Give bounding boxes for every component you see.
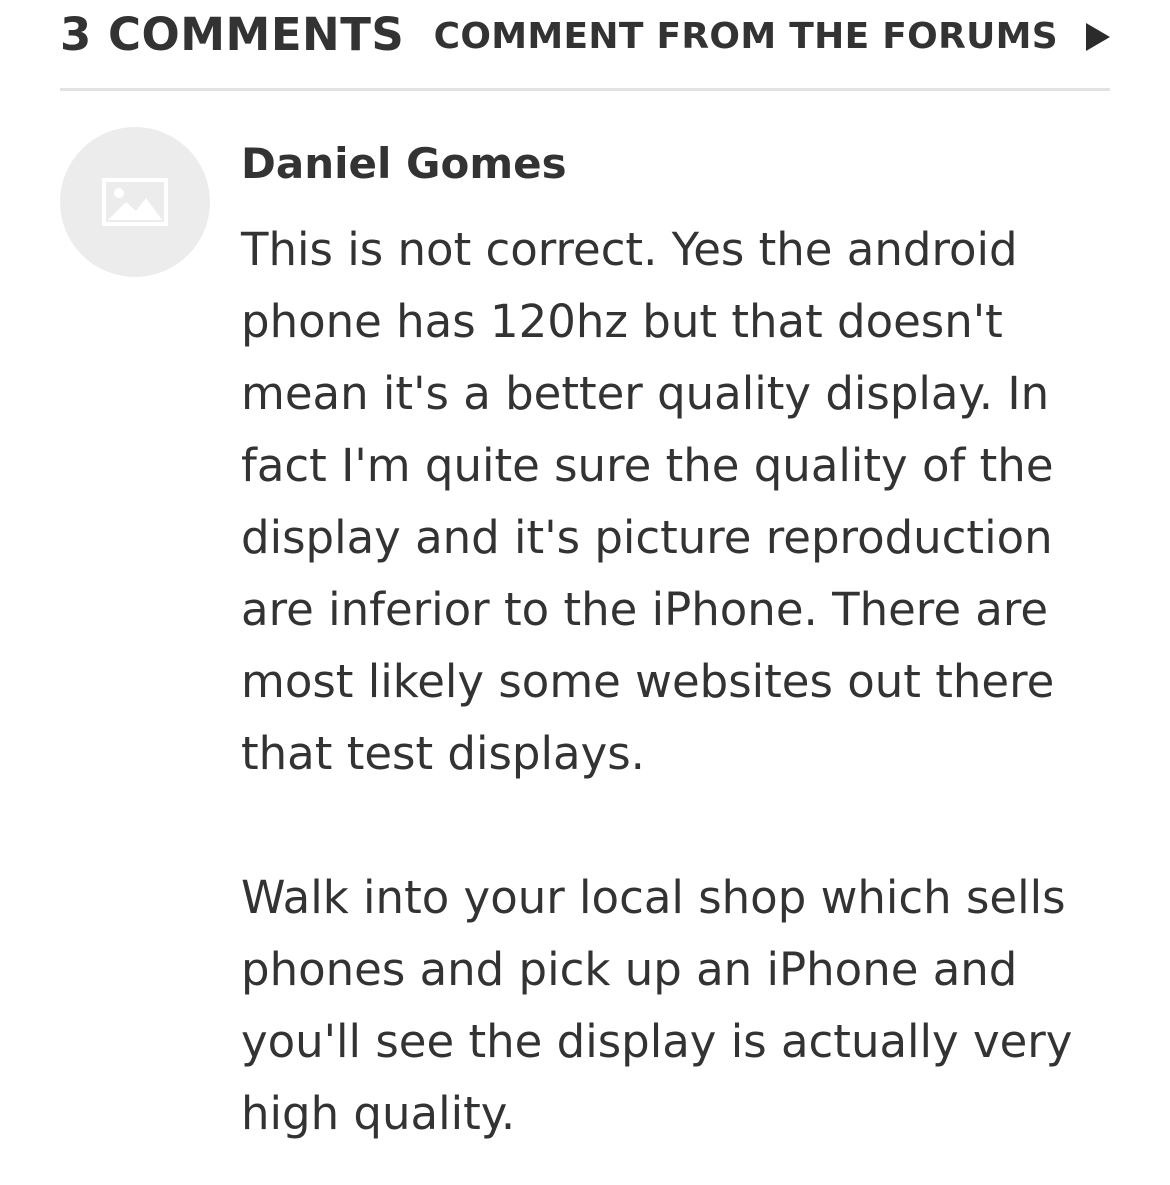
comment-line: phone has 120hz but that doesn't bbox=[241, 295, 1003, 348]
comment-line: phones and pick up an iPhone and bbox=[241, 943, 1018, 996]
comment-line: mean it's a better quality display. In bbox=[241, 367, 1050, 420]
comment-line: you'll see the display is actually very bbox=[241, 1015, 1073, 1068]
comment-line: high quality. bbox=[241, 1087, 516, 1140]
comment-line: that test displays. bbox=[241, 727, 645, 780]
comment-paragraph: Walk into your local shop which sells ph… bbox=[241, 862, 1101, 1150]
avatar bbox=[60, 127, 210, 277]
play-icon bbox=[1086, 22, 1110, 51]
comment-line: fact I'm quite sure the quality of the bbox=[241, 439, 1054, 492]
comment-line: Walk into your local shop which sells bbox=[241, 871, 1066, 924]
forums-link-label: COMMENT FROM THE FORUMS bbox=[433, 16, 1058, 57]
comment: Daniel Gomes This is not correct. Yes th… bbox=[241, 140, 1101, 1150]
comment-count: 3 COMMENTS bbox=[60, 8, 405, 61]
comment-author: Daniel Gomes bbox=[241, 139, 567, 188]
comment-paragraph: This is not correct. Yes the android pho… bbox=[241, 214, 1101, 790]
image-placeholder-icon bbox=[102, 178, 168, 226]
comment-line: This is not correct. Yes the android bbox=[241, 223, 1018, 276]
comment-line: most likely some websites out there bbox=[241, 655, 1055, 708]
comment-from-forums-link[interactable]: COMMENT FROM THE FORUMS bbox=[434, 16, 1110, 57]
comment-line: display and it's picture reproduction bbox=[241, 511, 1053, 564]
comments-header: 3 COMMENTS COMMENT FROM THE FORUMS bbox=[60, 0, 1110, 91]
comment-line: are inferior to the iPhone. There are bbox=[241, 583, 1049, 636]
